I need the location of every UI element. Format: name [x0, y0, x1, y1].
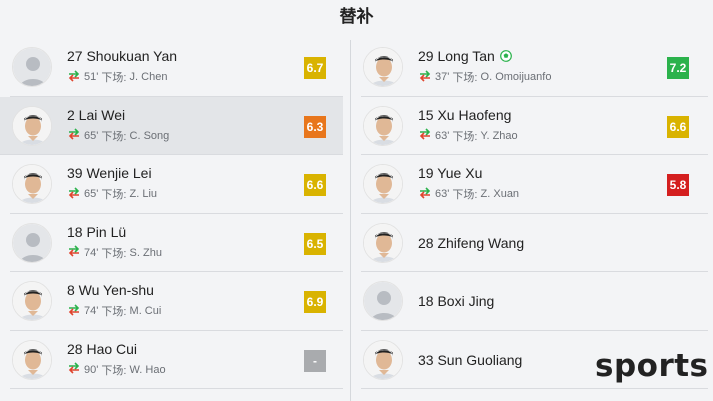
player-row[interactable]: 27 Shoukuan Yan 51' 下场: J. Chen 6.7	[10, 38, 343, 97]
sub-player: W. Hao	[129, 363, 166, 376]
player-avatar	[363, 164, 403, 204]
sub-player: J. Chen	[129, 71, 168, 83]
player-row[interactable]: 29 Long Tan 37' 下场: O. Omoijuanfo 7.2	[361, 38, 708, 97]
substitution-icon	[67, 362, 84, 377]
player-name: 39 Wenjie Lei	[67, 165, 152, 181]
sub-minute: 51'	[84, 71, 99, 83]
home-substitutes-list: 27 Shoukuan Yan 51' 下场: J. Chen 6.7 2 Lai W…	[0, 38, 343, 389]
player-rating-badge: 6.6	[667, 115, 689, 138]
player-rating-badge: -	[304, 349, 326, 372]
player-avatar	[12, 105, 52, 146]
player-row[interactable]: 15 Xu Haofeng 63' 下场: Y. Zhao 6.6	[361, 97, 708, 155]
player-avatar	[12, 222, 52, 263]
substitution-icon	[67, 245, 84, 260]
sub-label: 下场:	[101, 189, 127, 201]
sub-player: Z. Liu	[129, 188, 158, 200]
player-avatar	[363, 281, 403, 321]
substitution-info: 63' 下场: Z. Xuan	[418, 186, 519, 202]
substitution-info: 65' 下场: C. Song	[67, 128, 169, 144]
player-row[interactable]: 8 Wu Yen-shu 74' 下场: M. Cui 6.9	[10, 272, 343, 331]
player-avatar	[363, 222, 403, 263]
player-row[interactable]: 28 Hao Cui 90' 下场: W. Hao -	[10, 331, 343, 389]
sub-player: Y. Zhao	[480, 129, 518, 142]
sub-minute: 63'	[435, 188, 450, 200]
player-rating-badge: 7.2	[667, 57, 689, 79]
sub-label: 下场:	[452, 189, 478, 201]
substitution-icon	[67, 128, 84, 143]
substitution-icon	[418, 186, 435, 202]
sub-label: 下场:	[452, 130, 478, 143]
substitution-icon	[418, 128, 435, 143]
substitution-icon	[67, 186, 84, 202]
sub-label: 下场:	[101, 130, 127, 143]
player-avatar	[12, 339, 52, 380]
player-name: 29 Long Tan	[418, 48, 512, 64]
player-rating-badge: 6.6	[304, 174, 326, 196]
player-avatar	[363, 339, 403, 380]
sub-minute: 90'	[84, 363, 99, 376]
substitutes-panel: 替补 27 Shoukuan Yan 51' 下场: J. Chen 6.7 2 La…	[0, 0, 713, 401]
substitution-info: 63' 下场: Y. Zhao	[418, 128, 518, 144]
player-name: 18 Boxi Jing	[418, 293, 495, 309]
sub-minute: 74'	[84, 305, 99, 317]
player-avatar	[363, 47, 403, 87]
sub-player: O. Omoijuanfo	[480, 71, 552, 83]
player-name: 28 Hao Cui	[67, 340, 138, 357]
player-rating-badge: 6.5	[304, 232, 326, 255]
sub-minute: 65'	[84, 129, 99, 142]
sub-player: M. Cui	[129, 305, 162, 317]
player-avatar	[12, 281, 52, 321]
player-name: 28 Zhifeng Wang	[418, 234, 525, 251]
sub-player: C. Song	[129, 129, 170, 142]
goal-icon	[495, 48, 512, 64]
column-divider	[350, 40, 351, 401]
player-name: 27 Shoukuan Yan	[67, 48, 178, 64]
sub-minute: 65'	[84, 188, 99, 200]
substitution-info: 74' 下场: M. Cui	[67, 303, 161, 319]
sub-player: Z. Xuan	[480, 188, 520, 200]
sub-minute: 37'	[435, 71, 450, 83]
player-row[interactable]: 2 Lai Wei 65' 下场: C. Song 6.3	[0, 96, 343, 155]
player-name: 19 Yue Xu	[418, 165, 483, 181]
player-avatar	[363, 105, 403, 146]
sub-label: 下场:	[101, 306, 127, 318]
player-name: 8 Wu Yen-shu	[67, 282, 154, 298]
sub-label: 下场:	[452, 72, 478, 84]
substitution-icon	[67, 69, 84, 85]
sub-minute: 74'	[84, 246, 99, 259]
sports-watermark: sports	[595, 348, 709, 384]
player-row[interactable]: 18 Pin Lü 74' 下场: S. Zhu 6.5	[10, 214, 343, 272]
away-substitutes-list: 29 Long Tan 37' 下场: O. Omoijuanfo 7.2 15 Xu…	[361, 38, 708, 389]
sub-label: 下场:	[101, 364, 127, 377]
player-rating-badge: 6.3	[304, 115, 326, 138]
substitution-info: 65' 下场: Z. Liu	[67, 186, 157, 202]
substitution-icon	[67, 303, 84, 319]
player-name: 18 Pin Lü	[67, 223, 127, 240]
player-row[interactable]: 28 Zhifeng Wang	[361, 214, 708, 272]
player-rating-badge: 6.9	[304, 291, 326, 313]
player-row[interactable]: 18 Boxi Jing	[361, 272, 708, 331]
substitution-icon	[418, 69, 435, 85]
player-name: 15 Xu Haofeng	[418, 106, 512, 123]
substitution-info: 90' 下场: W. Hao	[67, 362, 166, 378]
player-row[interactable]: 19 Yue Xu 63' 下场: Z. Xuan 5.8	[361, 155, 708, 214]
sub-player: S. Zhu	[129, 246, 162, 259]
substitution-info: 37' 下场: O. Omoijuanfo	[418, 69, 551, 85]
player-row[interactable]: 39 Wenjie Lei 65' 下场: Z. Liu 6.6	[10, 155, 343, 214]
panel-title: 替补	[339, 7, 374, 27]
substitution-info: 51' 下场: J. Chen	[67, 69, 167, 85]
sub-minute: 63'	[435, 129, 450, 142]
player-rating-badge: 6.7	[304, 57, 326, 79]
player-name: 2 Lai Wei	[67, 106, 126, 123]
sub-label: 下场:	[101, 247, 127, 260]
player-avatar	[12, 164, 52, 204]
substitution-info: 74' 下场: S. Zhu	[67, 245, 162, 261]
player-rating-badge: 5.8	[667, 174, 689, 196]
player-avatar	[12, 47, 52, 87]
player-name: 33 Sun Guoliang	[418, 351, 523, 368]
sub-label: 下场:	[101, 72, 127, 84]
